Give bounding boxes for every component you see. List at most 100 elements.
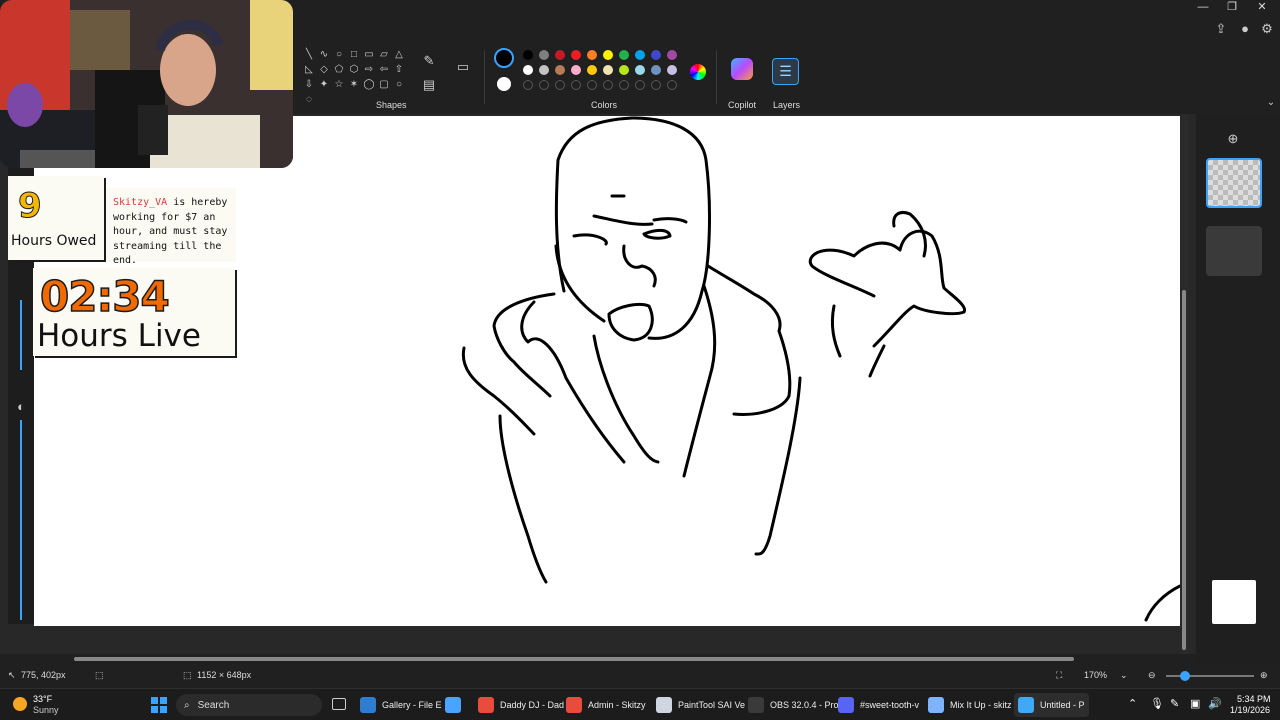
fit-to-window-icon[interactable]: ⛶ — [1056, 670, 1062, 681]
shape-tool[interactable]: ▢ — [377, 78, 391, 92]
tray-overflow-icon[interactable]: ⌃ — [1128, 697, 1137, 710]
close-button[interactable]: ✕ — [1245, 0, 1279, 14]
shape-tool[interactable]: □ — [347, 48, 361, 62]
zoom-slider-thumb[interactable] — [1180, 671, 1190, 681]
zoom-out-icon[interactable]: ⊖ — [1148, 670, 1156, 681]
shape-tool[interactable]: ✶ — [347, 78, 361, 92]
shape-tool[interactable]: ∿ — [317, 48, 331, 62]
custom-color-slot[interactable] — [571, 80, 581, 90]
outline-icon[interactable]: ✎ — [420, 52, 438, 70]
color-swatch[interactable] — [603, 65, 613, 75]
size-slider[interactable] — [20, 300, 22, 370]
shape-tool[interactable]: ◇ — [317, 63, 331, 77]
color-swatch[interactable] — [603, 50, 613, 60]
color-swatch[interactable] — [571, 65, 581, 75]
shape-tool[interactable]: ☆ — [332, 78, 346, 92]
shape-tool[interactable]: ╲ — [302, 48, 316, 62]
custom-color-slot[interactable] — [667, 80, 677, 90]
custom-color-slot[interactable] — [539, 80, 549, 90]
shape-tool[interactable]: ◺ — [302, 63, 316, 77]
custom-color-slot[interactable] — [555, 80, 565, 90]
layer-thumbnail-2[interactable] — [1206, 226, 1262, 276]
secondary-color-swatch[interactable] — [497, 77, 511, 91]
shape-options-icon[interactable]: ▭ — [454, 58, 472, 76]
taskbar-app[interactable]: Daddy DJ - Dad — [474, 693, 568, 717]
microphone-icon[interactable]: 🎙 — [1150, 697, 1164, 710]
shape-tool[interactable]: ○ — [392, 78, 406, 92]
taskbar-app[interactable]: OBS 32.0.4 - Pro — [744, 693, 843, 717]
account-icon[interactable]: ● — [1236, 20, 1254, 38]
network-icon[interactable]: ▣ — [1190, 697, 1200, 710]
clock-time[interactable]: 5:34 PM — [1237, 694, 1271, 704]
color-swatch[interactable] — [587, 65, 597, 75]
horizontal-scroll-thumb[interactable] — [74, 657, 1074, 661]
shape-tool[interactable]: ▱ — [377, 48, 391, 62]
color-swatch[interactable] — [539, 65, 549, 75]
custom-color-slot[interactable] — [635, 80, 645, 90]
task-view-icon[interactable] — [332, 698, 346, 710]
taskbar-app[interactable]: Gallery - File E — [356, 693, 446, 717]
pen-icon[interactable]: ✎ — [1170, 697, 1179, 710]
copilot-icon[interactable] — [731, 58, 753, 80]
opacity-slider[interactable] — [20, 420, 22, 620]
shape-tool[interactable]: ⇦ — [377, 63, 391, 77]
color-swatch[interactable] — [587, 50, 597, 60]
custom-color-slot[interactable] — [603, 80, 613, 90]
opacity-icon[interactable]: ◐ — [12, 398, 30, 416]
shape-tool[interactable]: ⬡ — [347, 63, 361, 77]
custom-color-slot[interactable] — [587, 80, 597, 90]
maximize-button[interactable]: ❐ — [1215, 0, 1249, 14]
taskbar-app[interactable]: Mix It Up - skitz — [924, 693, 1016, 717]
edit-colors-icon[interactable] — [690, 64, 706, 80]
pinned-app-icon[interactable] — [441, 693, 471, 717]
taskbar-app[interactable]: PaintTool SAI Ve — [652, 693, 749, 717]
start-button[interactable] — [151, 697, 167, 713]
shape-tool[interactable]: ◯ — [362, 78, 376, 92]
shape-tool[interactable]: ○ — [332, 48, 346, 62]
fill-icon[interactable]: ▤ — [420, 76, 438, 94]
color-swatch[interactable] — [523, 50, 533, 60]
vertical-scroll-thumb[interactable] — [1182, 290, 1186, 650]
taskbar-app[interactable]: #sweet-tooth-v — [834, 693, 923, 717]
color-swatch[interactable] — [555, 50, 565, 60]
collapse-ribbon-icon[interactable]: ⌄ — [1262, 94, 1280, 112]
layer-thumbnail-1[interactable] — [1206, 158, 1262, 208]
zoom-in-icon[interactable]: ⊕ — [1260, 670, 1268, 681]
color-swatch[interactable] — [539, 50, 549, 60]
settings-icon[interactable]: ⚙ — [1258, 20, 1276, 38]
taskbar-app[interactable]: Untitled - P — [1014, 693, 1089, 717]
weather-temp[interactable]: 33°F — [33, 694, 52, 704]
color-swatch[interactable] — [571, 50, 581, 60]
clock-date[interactable]: 1/19/2026 — [1230, 705, 1270, 715]
shape-tool[interactable]: ▭ — [362, 48, 376, 62]
taskbar-app[interactable]: Admin - Skitzy — [562, 693, 650, 717]
add-layer-icon[interactable]: ⊕ — [1224, 130, 1242, 148]
search-box[interactable]: ⌕ Search — [176, 694, 322, 716]
weather-desc[interactable]: Sunny — [33, 705, 59, 715]
color-palette[interactable] — [520, 50, 680, 90]
color-swatch[interactable] — [667, 65, 677, 75]
zoom-dropdown-icon[interactable]: ⌄ — [1120, 670, 1128, 681]
color-swatch[interactable] — [635, 65, 645, 75]
shape-tool[interactable]: ⇩ — [302, 78, 316, 92]
color-swatch[interactable] — [619, 50, 629, 60]
share-icon[interactable]: ⇪ — [1212, 20, 1230, 38]
shape-tool[interactable]: △ — [392, 48, 406, 62]
custom-color-slot[interactable] — [619, 80, 629, 90]
shape-tool[interactable]: ◌ — [302, 93, 316, 107]
shapes-gallery[interactable]: ╲ ∿ ○ □ ▭ ▱ △ ◺ ◇ ⬠ ⬡ ⇨ ⇦ ⇧ ⇩ ✦ ☆ ✶ ◯ ▢ ○ ◌ — [302, 48, 406, 107]
shape-tool[interactable]: ✦ — [317, 78, 331, 92]
color-swatch[interactable] — [667, 50, 677, 60]
primary-color-swatch[interactable] — [494, 48, 514, 68]
color-swatch[interactable] — [651, 50, 661, 60]
shape-tool[interactable]: ⬠ — [332, 63, 346, 77]
color-swatch[interactable] — [651, 65, 661, 75]
shape-tool[interactable]: ⇨ — [362, 63, 376, 77]
background-layer-thumbnail[interactable] — [1212, 580, 1256, 624]
color-swatch[interactable] — [635, 50, 645, 60]
shape-tool[interactable]: ⇧ — [392, 63, 406, 77]
layers-button[interactable]: ☰ — [772, 58, 799, 85]
custom-color-slot[interactable] — [523, 80, 533, 90]
color-swatch[interactable] — [619, 65, 629, 75]
volume-icon[interactable]: 🔊 — [1208, 697, 1222, 710]
